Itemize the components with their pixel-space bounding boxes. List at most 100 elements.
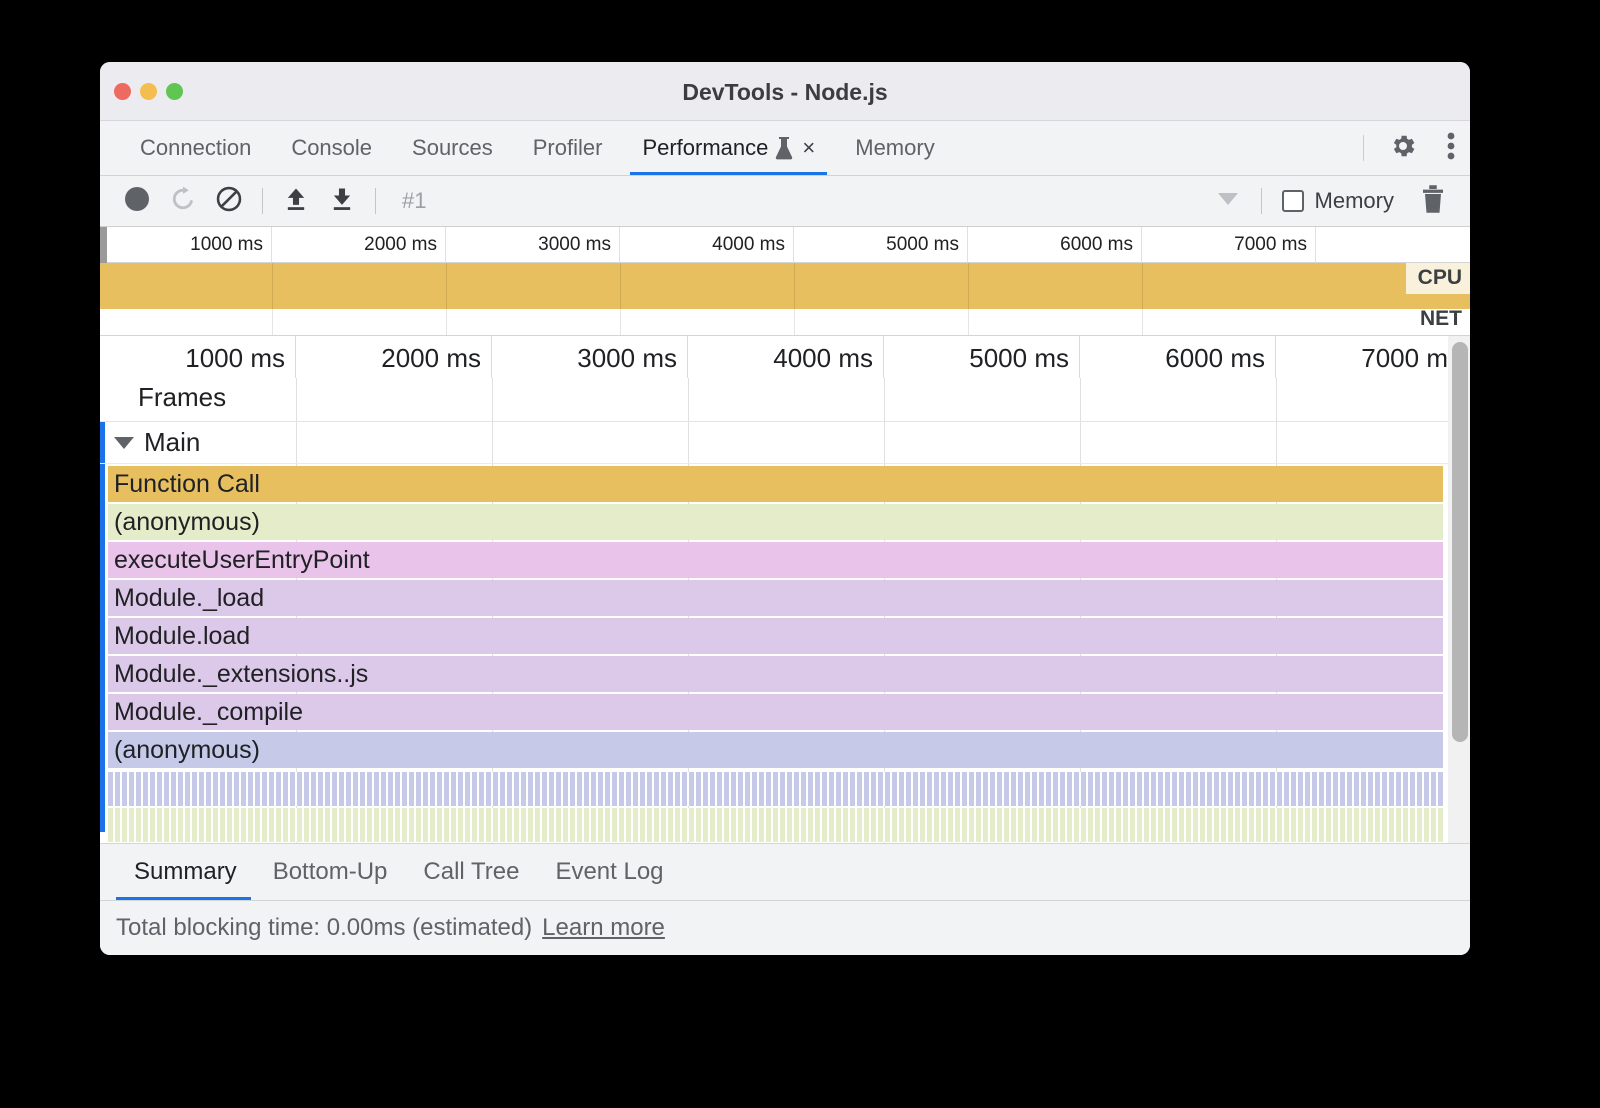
tabstrip-spacer: [955, 121, 1353, 175]
download-profile-icon: [328, 185, 356, 218]
total-blocking-time-text: Total blocking time: 0.00ms (estimated): [116, 914, 532, 942]
save-profile-button[interactable]: [319, 181, 365, 221]
tab-label: Profiler: [533, 135, 603, 161]
frames-track-label: Frames: [138, 382, 226, 413]
flame-tick: 3000 ms: [492, 336, 688, 378]
toolbar-divider: [262, 188, 263, 214]
tab-label: Call Tree: [423, 858, 519, 886]
flask-icon: [775, 136, 793, 160]
flame-bar[interactable]: Module._compile: [108, 694, 1443, 730]
flame-tick: 5000 ms: [884, 336, 1080, 378]
timeline-overview[interactable]: 1000 ms 2000 ms 3000 ms 4000 ms 5000 ms …: [100, 227, 1470, 336]
flame-striped-row[interactable]: [108, 808, 1443, 842]
record-toolbar: #1 Memory: [100, 176, 1470, 227]
flame-bar[interactable]: Function Call: [108, 466, 1443, 502]
tab-label: Performance: [642, 135, 768, 161]
flame-bar[interactable]: Module.load: [108, 618, 1443, 654]
tab-console[interactable]: Console: [271, 121, 392, 175]
tab-call-tree[interactable]: Call Tree: [405, 844, 537, 900]
overview-tick: 1000 ms: [100, 227, 272, 263]
memory-checkbox-label: Memory: [1315, 188, 1394, 214]
toolbar-divider-2: [375, 188, 376, 214]
flame-bar[interactable]: Module._extensions..js: [108, 656, 1443, 692]
summary-statusbar: Total blocking time: 0.00ms (estimated) …: [100, 901, 1470, 955]
overview-tick: 3000 ms: [446, 227, 620, 263]
main-track-label: Main: [144, 427, 200, 458]
session-dropdown-button[interactable]: [1205, 181, 1251, 221]
overview-ruler[interactable]: 1000 ms 2000 ms 3000 ms 4000 ms 5000 ms …: [100, 227, 1470, 263]
reload-icon: [169, 185, 197, 218]
details-tabstrip: Summary Bottom-Up Call Tree Event Log: [100, 844, 1470, 901]
flame-bar[interactable]: executeUserEntryPoint: [108, 542, 1443, 578]
tab-label: Bottom-Up: [273, 858, 388, 886]
checkbox-box[interactable]: [1282, 190, 1304, 212]
tab-label: Sources: [412, 135, 493, 161]
tab-label: Console: [291, 135, 372, 161]
no-entry-clear-icon: [215, 185, 243, 218]
more-vertical-icon: [1446, 130, 1456, 167]
flame-tick: 7000 ms: [1276, 336, 1470, 378]
upload-profile-icon: [282, 185, 310, 218]
trash-icon: [1420, 184, 1446, 219]
memory-checkbox[interactable]: Memory: [1282, 188, 1394, 214]
record-circle-icon: [124, 186, 150, 217]
toolbar-divider-3: [1261, 188, 1262, 214]
tab-sources[interactable]: Sources: [392, 121, 513, 175]
tab-label: Connection: [140, 135, 251, 161]
tab-event-log[interactable]: Event Log: [537, 844, 681, 900]
flame-tick: 6000 ms: [1080, 336, 1276, 378]
record-button[interactable]: [114, 181, 160, 221]
window-titlebar: DevTools - Node.js: [100, 62, 1470, 121]
tab-label: Summary: [134, 858, 237, 886]
flame-bar[interactable]: Module._load: [108, 580, 1443, 616]
overview-tick: 7000 ms: [1142, 227, 1316, 263]
clear-button[interactable]: [206, 181, 252, 221]
flame-bar[interactable]: (anonymous): [108, 504, 1443, 540]
load-profile-button[interactable]: [273, 181, 319, 221]
gear-icon: [1388, 131, 1418, 166]
flame-tick: 4000 ms: [688, 336, 884, 378]
tab-label: Memory: [855, 135, 934, 161]
overview-tick: 6000 ms: [968, 227, 1142, 263]
overview-tick: 4000 ms: [620, 227, 794, 263]
tab-memory[interactable]: Memory: [835, 121, 954, 175]
flame-chart[interactable]: 1000 ms 2000 ms 3000 ms 4000 ms 5000 ms …: [100, 336, 1470, 844]
overview-cpu-track[interactable]: CPU: [100, 263, 1470, 309]
session-selector-label[interactable]: #1: [402, 188, 426, 214]
reload-and-record-button[interactable]: [160, 181, 206, 221]
net-track-label: NET: [1420, 307, 1462, 331]
settings-button[interactable]: [1374, 121, 1432, 175]
devtools-window: DevTools - Node.js Connection Console So…: [100, 62, 1470, 955]
more-options-button[interactable]: [1432, 121, 1470, 175]
overview-tick: 5000 ms: [794, 227, 968, 263]
flame-bar[interactable]: (anonymous): [108, 732, 1443, 768]
frames-track[interactable]: Frames: [100, 378, 1470, 422]
close-icon[interactable]: ×: [802, 137, 815, 159]
flame-tick: 1000 ms: [100, 336, 296, 378]
panel-tabstrip: Connection Console Sources Profiler Perf…: [100, 121, 1470, 176]
tabstrip-divider: [1363, 135, 1364, 161]
chevron-down-icon[interactable]: [114, 437, 134, 449]
tab-performance[interactable]: Performance ×: [622, 121, 835, 175]
learn-more-link[interactable]: Learn more: [542, 914, 665, 942]
overview-net-track[interactable]: NET: [100, 309, 1470, 336]
tab-bottom-up[interactable]: Bottom-Up: [255, 844, 406, 900]
overview-window-handle-left[interactable]: [100, 227, 107, 263]
cpu-track-label: CPU: [1406, 263, 1470, 294]
flame-striped-row[interactable]: [108, 772, 1443, 806]
tab-profiler[interactable]: Profiler: [513, 121, 623, 175]
flame-tick: 2000 ms: [296, 336, 492, 378]
clear-recording-button[interactable]: [1410, 181, 1456, 221]
scrollbar-thumb[interactable]: [1452, 342, 1468, 742]
chevron-down-icon: [1217, 192, 1239, 211]
main-track-indicator: [100, 422, 105, 832]
tab-connection[interactable]: Connection: [120, 121, 271, 175]
tab-label: Event Log: [555, 858, 663, 886]
main-track[interactable]: Main Function Call (anonymous) executeUs…: [100, 422, 1470, 832]
overview-tick: 2000 ms: [272, 227, 446, 263]
flame-chart-ruler: 1000 ms 2000 ms 3000 ms 4000 ms 5000 ms …: [100, 336, 1470, 378]
tab-summary[interactable]: Summary: [116, 844, 255, 900]
flame-chart-scrollbar[interactable]: [1448, 336, 1470, 843]
window-title: DevTools - Node.js: [100, 79, 1470, 106]
main-track-header[interactable]: Main: [100, 422, 1470, 464]
